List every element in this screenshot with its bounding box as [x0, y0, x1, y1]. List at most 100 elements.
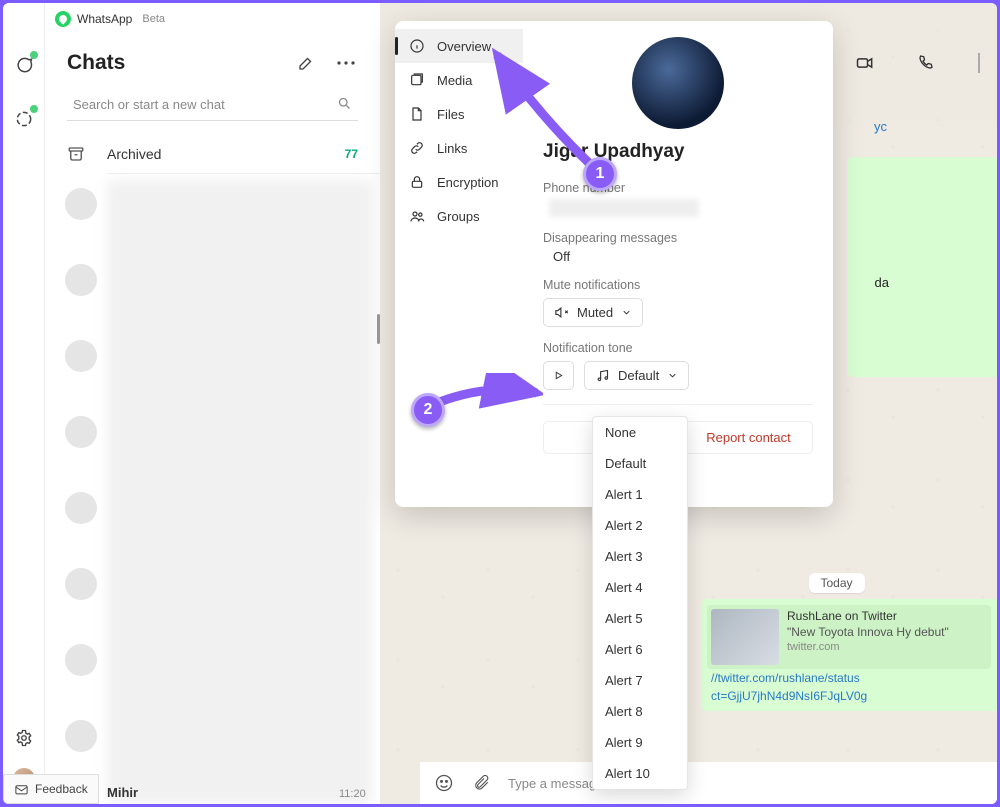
video-call-button[interactable]: [855, 53, 875, 73]
mail-icon: [14, 782, 29, 797]
sidebar-header: Chats: [45, 33, 380, 89]
archived-label: Archived: [107, 146, 323, 162]
emoji-button[interactable]: [434, 773, 454, 793]
archived-count: 77: [345, 147, 358, 161]
whatsapp-logo-icon: [55, 11, 71, 27]
preview-url-1[interactable]: //twitter.com/rushlane/status: [707, 669, 991, 687]
search-input[interactable]: [67, 89, 358, 121]
tone-dropdown[interactable]: Default: [584, 361, 689, 390]
tone-option[interactable]: Alert 7: [593, 665, 687, 696]
left-rail: [3, 3, 45, 804]
panel-nav: Overview Media Files Links Encryption Gr…: [395, 21, 523, 507]
date-divider: Today: [809, 573, 865, 593]
disappearing-value[interactable]: Off: [543, 245, 813, 270]
phone-icon: [917, 53, 935, 71]
sidebar-title: Chats: [67, 51, 294, 75]
tone-label: Notification tone: [543, 341, 813, 355]
preview-text: RushLane on Twitter "New Toyota Innova H…: [787, 609, 949, 665]
nav-links[interactable]: Links: [395, 131, 523, 165]
nav-overview[interactable]: Overview: [395, 29, 523, 63]
video-icon: [855, 53, 875, 73]
preview-thumbnail: [711, 609, 779, 665]
chat-list-blurred: [107, 180, 372, 804]
search-wrap: [67, 89, 358, 121]
tone-option[interactable]: Alert 2: [593, 510, 687, 541]
contact-name: Jigar Upadhyay: [543, 141, 813, 163]
archived-row[interactable]: Archived 77: [45, 135, 380, 173]
chat-search-button[interactable]: [977, 53, 981, 73]
sidebar: WhatsApp Beta Chats Archived 77: [45, 3, 380, 804]
phone-label: Phone number: [543, 181, 813, 195]
nav-encryption[interactable]: Encryption: [395, 165, 523, 199]
music-icon: [595, 368, 610, 383]
rail-chats[interactable]: [12, 53, 36, 77]
contact-avatar[interactable]: [632, 37, 724, 129]
tone-option[interactable]: None: [593, 417, 687, 448]
chat-avatars: [65, 188, 97, 804]
report-button[interactable]: Report contact: [684, 421, 813, 454]
tone-option[interactable]: Alert 8: [593, 696, 687, 727]
chat-list[interactable]: [45, 174, 380, 804]
emoji-icon: [434, 773, 454, 793]
preview-url-2[interactable]: ct=GjjU7jhN4d9NsI6FJqLV0g: [707, 687, 991, 705]
gear-icon: [15, 729, 33, 747]
new-chat-button[interactable]: [294, 51, 318, 75]
play-tone-button[interactable]: [543, 361, 574, 390]
message-bubble: [847, 157, 997, 377]
tone-option[interactable]: Alert 6: [593, 634, 687, 665]
nav-files[interactable]: Files: [395, 97, 523, 131]
tone-option[interactable]: Alert 5: [593, 603, 687, 634]
status-dot-icon: [30, 105, 38, 113]
search-icon: [977, 53, 981, 73]
search-icon: [337, 96, 352, 111]
media-icon: [409, 72, 425, 88]
tone-option[interactable]: Alert 10: [593, 758, 687, 789]
archive-icon: [67, 145, 85, 163]
link-icon: [409, 140, 425, 156]
tone-options-menu: None Default Alert 1 Alert 2 Alert 3 Ale…: [592, 416, 688, 790]
app-edition: Beta: [142, 13, 165, 25]
rail-status[interactable]: [12, 107, 36, 131]
tone-option[interactable]: Default: [593, 448, 687, 479]
nav-groups[interactable]: Groups: [395, 199, 523, 233]
tone-option[interactable]: Alert 3: [593, 541, 687, 572]
disappearing-label: Disappearing messages: [543, 231, 813, 245]
unread-dot-icon: [30, 51, 38, 59]
mute-icon: [554, 305, 569, 320]
tone-option[interactable]: Alert 4: [593, 572, 687, 603]
more-icon: [337, 61, 355, 65]
bottom-chat-time: 11:20: [339, 788, 366, 800]
voice-call-button[interactable]: [917, 53, 935, 73]
annotation-badge-1: 1: [583, 157, 617, 191]
message-text: da: [875, 275, 889, 290]
rail-settings[interactable]: [12, 726, 36, 750]
app-name: WhatsApp: [77, 12, 132, 26]
mute-label: Mute notifications: [543, 278, 813, 292]
tone-option[interactable]: Alert 1: [593, 479, 687, 510]
link-preview[interactable]: RushLane on Twitter "New Toyota Innova H…: [701, 599, 997, 711]
message-input[interactable]: [508, 776, 983, 791]
chevron-down-icon: [667, 370, 678, 381]
chevron-down-icon: [621, 307, 632, 318]
chat-header-actions: [855, 53, 981, 73]
bottom-chat-name: Mihir: [107, 785, 138, 800]
annotation-badge-2: 2: [411, 393, 445, 427]
separator: [543, 404, 813, 405]
titlebar: WhatsApp Beta: [45, 3, 380, 33]
attach-button[interactable]: [472, 774, 490, 792]
play-icon: [553, 370, 564, 381]
groups-icon: [409, 208, 425, 224]
app-window: — ☐ ✕ WhatsApp Beta Chats: [3, 3, 997, 804]
compose-icon: [297, 54, 315, 72]
info-icon: [409, 38, 425, 54]
compose-bar: [420, 762, 997, 804]
feedback-button[interactable]: Feedback: [3, 774, 99, 804]
phone-number-blurred: [549, 199, 699, 217]
link-fragment[interactable]: yc: [874, 119, 887, 134]
tone-option[interactable]: Alert 9: [593, 727, 687, 758]
nav-media[interactable]: Media: [395, 63, 523, 97]
paperclip-icon: [472, 774, 490, 792]
mute-dropdown[interactable]: Muted: [543, 298, 643, 327]
lock-icon: [409, 174, 425, 190]
more-button[interactable]: [334, 51, 358, 75]
